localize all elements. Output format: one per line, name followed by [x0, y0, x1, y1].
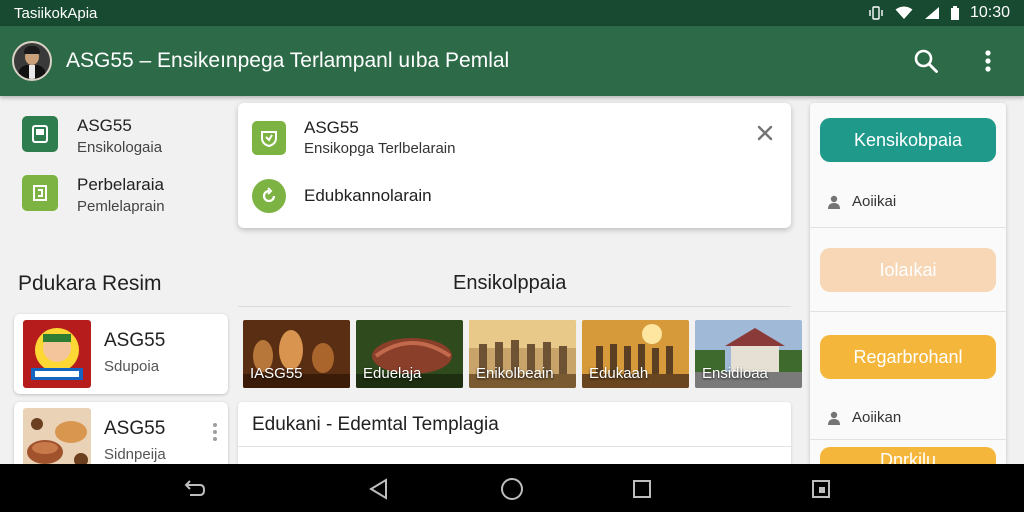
gallery-caption: Ensidloaa: [702, 365, 768, 382]
back-nav-button[interactable]: [181, 476, 207, 502]
gallery-item[interactable]: Eduelaja: [356, 320, 463, 388]
status-bar-title: TasiikokApia: [14, 4, 98, 22]
gallery-caption: Edukaah: [589, 365, 649, 382]
info-row-label: Aoiikai: [852, 193, 897, 210]
secondary-button[interactable]: Iolaıkai: [820, 248, 996, 292]
person-icon: [828, 195, 840, 209]
more-vert-icon[interactable]: [212, 422, 218, 442]
feature-subtitle: Ensikologaia: [77, 139, 163, 156]
resource-thumbnail: [23, 320, 91, 388]
learning-icon: [22, 175, 58, 211]
close-icon[interactable]: [755, 123, 775, 143]
resources-section-title: Pdukara Resim: [18, 272, 162, 295]
panel-divider: [810, 311, 1006, 312]
wifi-icon: [895, 6, 913, 19]
info-row-label: Aoiikan: [852, 409, 902, 426]
avatar[interactable]: [12, 41, 52, 81]
feature-item-ensiklopedia[interactable]: ASG55 Ensikologaia: [22, 116, 162, 156]
resource-subtitle: Sdupoia: [104, 358, 160, 375]
gallery-item[interactable]: IASG55: [243, 320, 350, 388]
status-bar-time: 10:30: [969, 4, 1010, 21]
person-icon: [828, 411, 840, 425]
gallery-item[interactable]: Edukaah: [582, 320, 689, 388]
refresh-icon: [252, 179, 286, 213]
app-bar: ASG55 – Ensikeınpega Terlampanl uıba Pem…: [0, 26, 1024, 96]
list-card[interactable]: Edukani - Edemtal Templagia: [238, 402, 791, 464]
dropdown-item-title: ASG55: [304, 118, 359, 137]
overflow-menu-button[interactable]: [968, 41, 1008, 81]
image-gallery: IASG55 Eduelaja Enikolbeain Edukaah Ensi…: [243, 320, 802, 388]
gallery-item[interactable]: Enikolbeain: [469, 320, 576, 388]
gallery-caption: Eduelaja: [363, 365, 422, 382]
gallery-caption: IASG55: [250, 365, 303, 382]
resource-title: ASG55: [104, 330, 166, 351]
home-icon: [501, 478, 523, 500]
feature-title: Perbelaraia: [77, 175, 164, 194]
feature-title: ASG55: [77, 116, 132, 135]
bottom-button[interactable]: Dnrkilu: [820, 447, 996, 464]
battery-icon: [950, 6, 959, 20]
panel-divider: [810, 227, 1006, 228]
dropdown-item[interactable]: ASG55 Ensikopga Terlbelarain: [252, 118, 456, 157]
dropdown-item[interactable]: Edubkannolarain: [252, 179, 432, 213]
recents-nav-button[interactable]: [629, 476, 655, 502]
status-bar: TasiikokApia 10:30: [0, 0, 1024, 26]
home-nav-button[interactable]: [499, 476, 525, 502]
right-panel: Kensikobpaia Aoiikai Iolaıkai Regarbroha…: [810, 103, 1006, 464]
primary-button[interactable]: Kensikobpaia: [820, 118, 996, 162]
resource-subtitle: Sidnpeija: [104, 446, 166, 463]
search-button[interactable]: [906, 41, 946, 81]
info-row: Aoiikai: [826, 193, 896, 210]
section-divider: [238, 306, 791, 307]
triangle-back-button[interactable]: [366, 476, 392, 502]
gallery-caption: Enikolbeain: [476, 365, 554, 382]
feature-subtitle: Pemlelaprain: [77, 198, 165, 215]
dropdown-card: ASG55 Ensikopga Terlbelarain Edubkannola…: [238, 103, 791, 228]
app-title: ASG55 – Ensikeınpega Terlampanl uıba Pem…: [66, 49, 510, 72]
more-vert-icon: [985, 50, 991, 72]
gallery-item[interactable]: Ensidloaa: [695, 320, 802, 388]
search-icon: [914, 49, 938, 73]
back-icon: [184, 480, 206, 496]
navigation-bar: [0, 464, 1024, 512]
panel-divider: [810, 439, 1006, 440]
resource-card[interactable]: ASG55 Sidnpeija: [14, 402, 228, 476]
check-shield-icon: [252, 120, 286, 155]
screenshot-nav-button[interactable]: [808, 476, 834, 502]
list-title: Edukani - Edemtal Templagia: [252, 414, 499, 435]
info-row: Aoiikan: [826, 409, 901, 426]
dropdown-item-title: Edubkannolarain: [304, 186, 432, 205]
recents-icon: [633, 480, 651, 498]
encyclopedia-section-title: Ensikolppaia: [453, 272, 567, 294]
resource-title: ASG55: [104, 418, 166, 439]
book-icon: [22, 116, 58, 152]
vibrate-icon: [869, 6, 883, 20]
nav-back-icon: [369, 478, 387, 500]
dropdown-item-subtitle: Ensikopga Terlbelarain: [304, 140, 456, 157]
resource-card[interactable]: ASG55 Sdupoia: [14, 314, 228, 394]
signal-icon: [924, 7, 939, 19]
left-column: ASG55 Ensikologaia Perbelaraia Pemlelapr…: [0, 96, 232, 476]
list-divider: [238, 446, 791, 447]
feature-item-pembelajaran[interactable]: Perbelaraia Pemlelaprain: [22, 175, 165, 215]
window-icon: [812, 480, 830, 498]
tertiary-button[interactable]: Regarbrohanl: [820, 335, 996, 379]
